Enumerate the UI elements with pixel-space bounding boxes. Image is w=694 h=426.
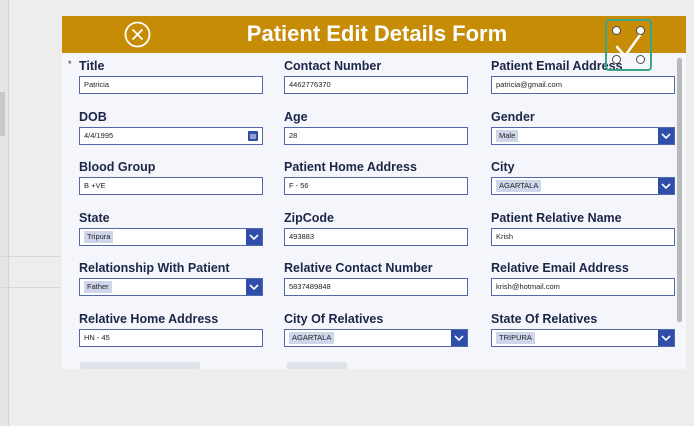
field-label: Gender bbox=[491, 109, 535, 124]
field-state-of-relatives: State Of Relatives TRIPURA bbox=[491, 311, 677, 347]
relative-home-address-input[interactable]: HN - 45 bbox=[79, 328, 263, 347]
field-label: State bbox=[79, 210, 110, 225]
next-row-label-partial bbox=[287, 362, 347, 369]
field-dob: DOB 4/4/1995 bbox=[79, 109, 265, 145]
field-label: ZipCode bbox=[284, 210, 334, 225]
circle-x-icon bbox=[124, 21, 151, 48]
field-city: City AGARTALA bbox=[491, 159, 677, 195]
field-title: Title Patricia bbox=[79, 58, 265, 94]
required-marker: * bbox=[68, 59, 72, 69]
patient-relative-name-input[interactable]: Krish bbox=[491, 227, 675, 246]
input-value: 493883 bbox=[289, 231, 315, 241]
resize-handle[interactable] bbox=[612, 55, 621, 64]
field-contact-number: Contact Number 4462776370 bbox=[284, 58, 470, 94]
resize-handle[interactable] bbox=[636, 55, 645, 64]
contact-number-input[interactable]: 4462776370 bbox=[284, 76, 468, 94]
chevron-down-icon[interactable] bbox=[658, 127, 674, 144]
left-panel-strip bbox=[0, 0, 9, 426]
field-relative-email-address: Relative Email Address krish@hotmail.com bbox=[491, 260, 677, 296]
dropdown-selected-value: Father bbox=[84, 281, 112, 293]
field-age: Age 28 bbox=[284, 109, 470, 145]
resize-handle[interactable] bbox=[612, 26, 621, 35]
submit-button[interactable] bbox=[605, 19, 652, 71]
dropdown-selected-value: TRIPURA bbox=[496, 331, 535, 344]
patient-home-address-input[interactable]: F - 56 bbox=[284, 177, 468, 195]
field-city-of-relatives: City Of Relatives AGARTALA bbox=[284, 311, 470, 347]
patient-email-address-input[interactable]: patricia@gmail.com bbox=[491, 76, 675, 94]
relative-contact-number-input[interactable]: 5837489848 bbox=[284, 278, 468, 296]
field-label: State Of Relatives bbox=[491, 311, 598, 326]
input-value: patricia@gmail.com bbox=[496, 80, 562, 89]
form-body: * Title Patricia Contact Number 4462776370 P… bbox=[62, 53, 686, 369]
field-label: Contact Number bbox=[284, 59, 382, 73]
chevron-down-icon[interactable] bbox=[658, 329, 674, 346]
field-relative-contact-number: Relative Contact Number 5837489848 bbox=[284, 260, 470, 296]
chevron-down-icon[interactable] bbox=[246, 228, 262, 245]
city-dropdown[interactable]: AGARTALA bbox=[491, 177, 675, 195]
field-label: Title bbox=[79, 59, 105, 73]
field-state: State Tripura bbox=[79, 210, 265, 246]
patient-edit-form: Patient Edit Details Form * Title Patrici… bbox=[62, 16, 686, 369]
field-label: Patient Home Address bbox=[284, 160, 417, 174]
input-value: B +VE bbox=[84, 181, 106, 190]
field-patient-home-address: Patient Home Address F - 56 bbox=[284, 159, 470, 195]
input-value: Patricia bbox=[84, 80, 110, 89]
dropdown-selected-value: Tripura bbox=[84, 230, 114, 243]
field-label: Relationship With Patient bbox=[79, 261, 230, 275]
field-relationship-with-patient: Relationship With Patient Father bbox=[79, 260, 265, 296]
chevron-down-icon[interactable] bbox=[246, 279, 262, 295]
relative-email-address-input[interactable]: krish@hotmail.com bbox=[491, 278, 675, 296]
state-of-relatives-dropdown[interactable]: TRIPURA bbox=[491, 328, 675, 347]
input-value: 4/4/1995 bbox=[84, 130, 114, 140]
dropdown-selected-value: Male bbox=[496, 129, 519, 142]
field-zipcode: ZipCode 493883 bbox=[284, 210, 470, 246]
title-input[interactable]: Patricia bbox=[79, 76, 263, 94]
field-blood-group: Blood Group B +VE bbox=[79, 159, 265, 195]
state-dropdown[interactable]: Tripura bbox=[79, 227, 263, 246]
next-row-label-partial bbox=[80, 362, 200, 369]
divider bbox=[0, 256, 60, 257]
chevron-down-icon[interactable] bbox=[658, 178, 674, 194]
field-label: City Of Relatives bbox=[284, 311, 384, 326]
input-value: HN - 45 bbox=[84, 332, 110, 342]
field-label: Relative Home Address bbox=[79, 311, 219, 326]
input-value: 4462776370 bbox=[289, 80, 331, 89]
dob-input[interactable]: 4/4/1995 bbox=[79, 126, 263, 145]
dropdown-selected-value: AGARTALA bbox=[496, 180, 542, 192]
field-label: Patient Relative Name bbox=[491, 210, 622, 225]
city-of-relatives-dropdown[interactable]: AGARTALA bbox=[284, 328, 468, 347]
gender-dropdown[interactable]: Male bbox=[491, 126, 675, 145]
form-header: Patient Edit Details Form bbox=[62, 16, 686, 53]
input-value: krish@hotmail.com bbox=[496, 282, 560, 291]
form-title: Patient Edit Details Form bbox=[246, 21, 508, 46]
field-relative-home-address: Relative Home Address HN - 45 bbox=[79, 311, 265, 347]
divider bbox=[0, 287, 60, 288]
field-patient-relative-name: Patient Relative Name Krish bbox=[491, 210, 677, 246]
field-label: Relative Email Address bbox=[491, 261, 629, 275]
input-value: Krish bbox=[496, 231, 514, 241]
field-label: Age bbox=[284, 109, 308, 124]
zipcode-input[interactable]: 493883 bbox=[284, 227, 468, 246]
dropdown-selected-value: AGARTALA bbox=[289, 331, 335, 344]
left-panel-tab[interactable] bbox=[0, 92, 5, 136]
form-scrollbar[interactable] bbox=[676, 56, 683, 364]
field-label: Blood Group bbox=[79, 160, 156, 174]
scrollbar-thumb[interactable] bbox=[677, 58, 682, 322]
close-button[interactable] bbox=[124, 21, 151, 48]
input-value: 5837489848 bbox=[289, 282, 331, 291]
field-gender: Gender Male bbox=[491, 109, 677, 145]
resize-handle[interactable] bbox=[636, 26, 645, 35]
field-label: DOB bbox=[79, 109, 107, 124]
relationship-with-patient-dropdown[interactable]: Father bbox=[79, 278, 263, 296]
chevron-down-icon[interactable] bbox=[451, 329, 467, 346]
calendar-icon[interactable] bbox=[248, 130, 258, 141]
field-label: Relative Contact Number bbox=[284, 261, 433, 275]
input-value: 28 bbox=[289, 130, 298, 140]
field-label: City bbox=[491, 160, 515, 174]
blood-group-input[interactable]: B +VE bbox=[79, 177, 263, 195]
age-input[interactable]: 28 bbox=[284, 126, 468, 145]
input-value: F - 56 bbox=[289, 181, 309, 190]
